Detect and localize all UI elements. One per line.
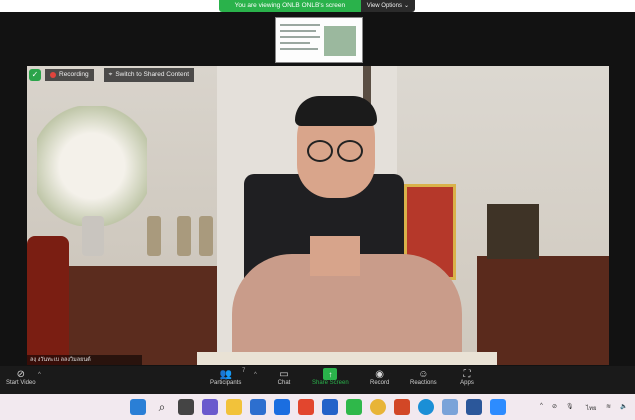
start-video-button[interactable]: ⊘ Start Video <box>6 368 36 387</box>
task-view-icon[interactable] <box>178 399 194 415</box>
security-icon[interactable]: ⊘ <box>552 403 557 410</box>
trophy <box>147 216 161 256</box>
thumb-image <box>324 26 356 56</box>
chat-icon: ▭ <box>279 368 289 380</box>
office-icon[interactable] <box>298 399 314 415</box>
chevron-up-icon[interactable]: ^ <box>38 372 41 378</box>
speaker-hair <box>295 96 377 126</box>
smiley-icon: ☺ <box>418 368 429 380</box>
windows-start-icon[interactable] <box>130 399 146 415</box>
side-table-right <box>477 256 609 365</box>
record-icon: ◉ <box>375 368 385 380</box>
trophy <box>177 216 191 256</box>
flower-arrangement <box>37 106 147 226</box>
thumb-line <box>280 24 320 26</box>
record-button[interactable]: ◉ Record <box>370 368 390 387</box>
speaker-video[interactable] <box>27 66 609 365</box>
participants-count: 7 <box>242 368 246 374</box>
chevron-down-icon: ⌄ <box>403 3 409 9</box>
reactions-label: Reactions <box>410 380 437 386</box>
participants-button[interactable]: 👥 Participants <box>210 368 242 387</box>
view-options-label: View Options <box>366 3 402 9</box>
glasses-left <box>307 140 333 162</box>
record-label: Record <box>370 380 390 386</box>
chrome-icon[interactable] <box>370 399 386 415</box>
outlook-icon[interactable] <box>322 399 338 415</box>
start-video-label: Start Video <box>6 380 36 386</box>
search-icon[interactable]: ⌕ <box>154 399 170 415</box>
chat-label: Chat <box>277 380 291 386</box>
share-screen-label: Share Screen <box>312 380 349 386</box>
recording-label: Recording <box>59 71 89 78</box>
video-overlay-controls: ✓ Recording ⌖ Switch to Shared Content <box>29 68 195 82</box>
zoom-icon[interactable] <box>490 399 506 415</box>
chevron-up-icon[interactable]: ^ <box>254 372 257 378</box>
apps-icon: ⛶ <box>463 368 471 380</box>
shared-screen-thumbnail[interactable] <box>275 17 363 63</box>
teams-chat-icon[interactable] <box>202 399 218 415</box>
mail-icon[interactable] <box>250 399 266 415</box>
meeting-toolbar: ⊘ Start Video ^ 👥 Participants 7 ^ ▭ Cha… <box>0 366 635 394</box>
thumb-line <box>280 48 318 50</box>
apps-button[interactable]: ⛶ Apps <box>460 368 474 387</box>
windows-taskbar: ⌕ ^ ⊘ 🎙 ไทย ≋ 🔈 <box>0 394 635 420</box>
dropbox-icon[interactable] <box>274 399 290 415</box>
snipping-tool-icon[interactable] <box>442 399 458 415</box>
record-dot-icon <box>50 72 56 78</box>
apps-label: Apps <box>460 380 474 386</box>
microphone-icon[interactable]: 🎙 <box>566 403 574 410</box>
wifi-icon[interactable]: ≋ <box>606 403 611 410</box>
thumb-line <box>280 42 310 44</box>
side-table-left <box>69 266 217 365</box>
file-explorer-icon[interactable] <box>226 399 242 415</box>
share-screen-button[interactable]: ↑ Share Screen <box>312 368 349 386</box>
speaker-icon[interactable]: 🔈 <box>620 403 627 410</box>
viewing-banner-text: You are viewing ONLB ONLB's screen <box>219 0 361 12</box>
thumb-line <box>280 30 316 32</box>
chevron-up-icon[interactable]: ^ <box>540 403 543 409</box>
glasses-right <box>337 140 363 162</box>
chat-button[interactable]: ▭ Chat <box>277 368 291 387</box>
vase <box>82 216 104 256</box>
edge-icon[interactable] <box>418 399 434 415</box>
thumb-line <box>280 36 320 38</box>
recording-indicator[interactable]: Recording <box>45 69 94 81</box>
switch-to-shared-content-button[interactable]: ⌖ Switch to Shared Content <box>103 68 195 82</box>
viewing-banner: You are viewing ONLB ONLB's screen View … <box>219 0 415 12</box>
video-off-icon: ⊘ <box>16 368 25 380</box>
participants-icon: 👥 <box>219 368 232 380</box>
shield-icon[interactable]: ✓ <box>29 69 41 81</box>
word-icon[interactable] <box>466 399 482 415</box>
trophy <box>199 216 213 256</box>
reactions-button[interactable]: ☺ Reactions <box>410 368 437 387</box>
line-app-icon[interactable] <box>346 399 362 415</box>
language-indicator[interactable]: ไทย <box>586 403 597 413</box>
red-chair <box>27 236 69 365</box>
participant-name-tag: ลงฺ งวันทะเบ ลลงวิมลยนต์ <box>27 355 142 365</box>
pin-icon: ⌖ <box>108 71 113 78</box>
share-screen-icon: ↑ <box>323 368 338 380</box>
switch-label: Switch to Shared Content <box>115 71 190 78</box>
powerpoint-icon[interactable] <box>394 399 410 415</box>
books <box>487 204 539 259</box>
desk <box>197 352 497 365</box>
participants-label: Participants <box>210 380 242 386</box>
view-options-button[interactable]: View Options ⌄ <box>360 0 415 12</box>
speaker-neck <box>310 236 360 276</box>
